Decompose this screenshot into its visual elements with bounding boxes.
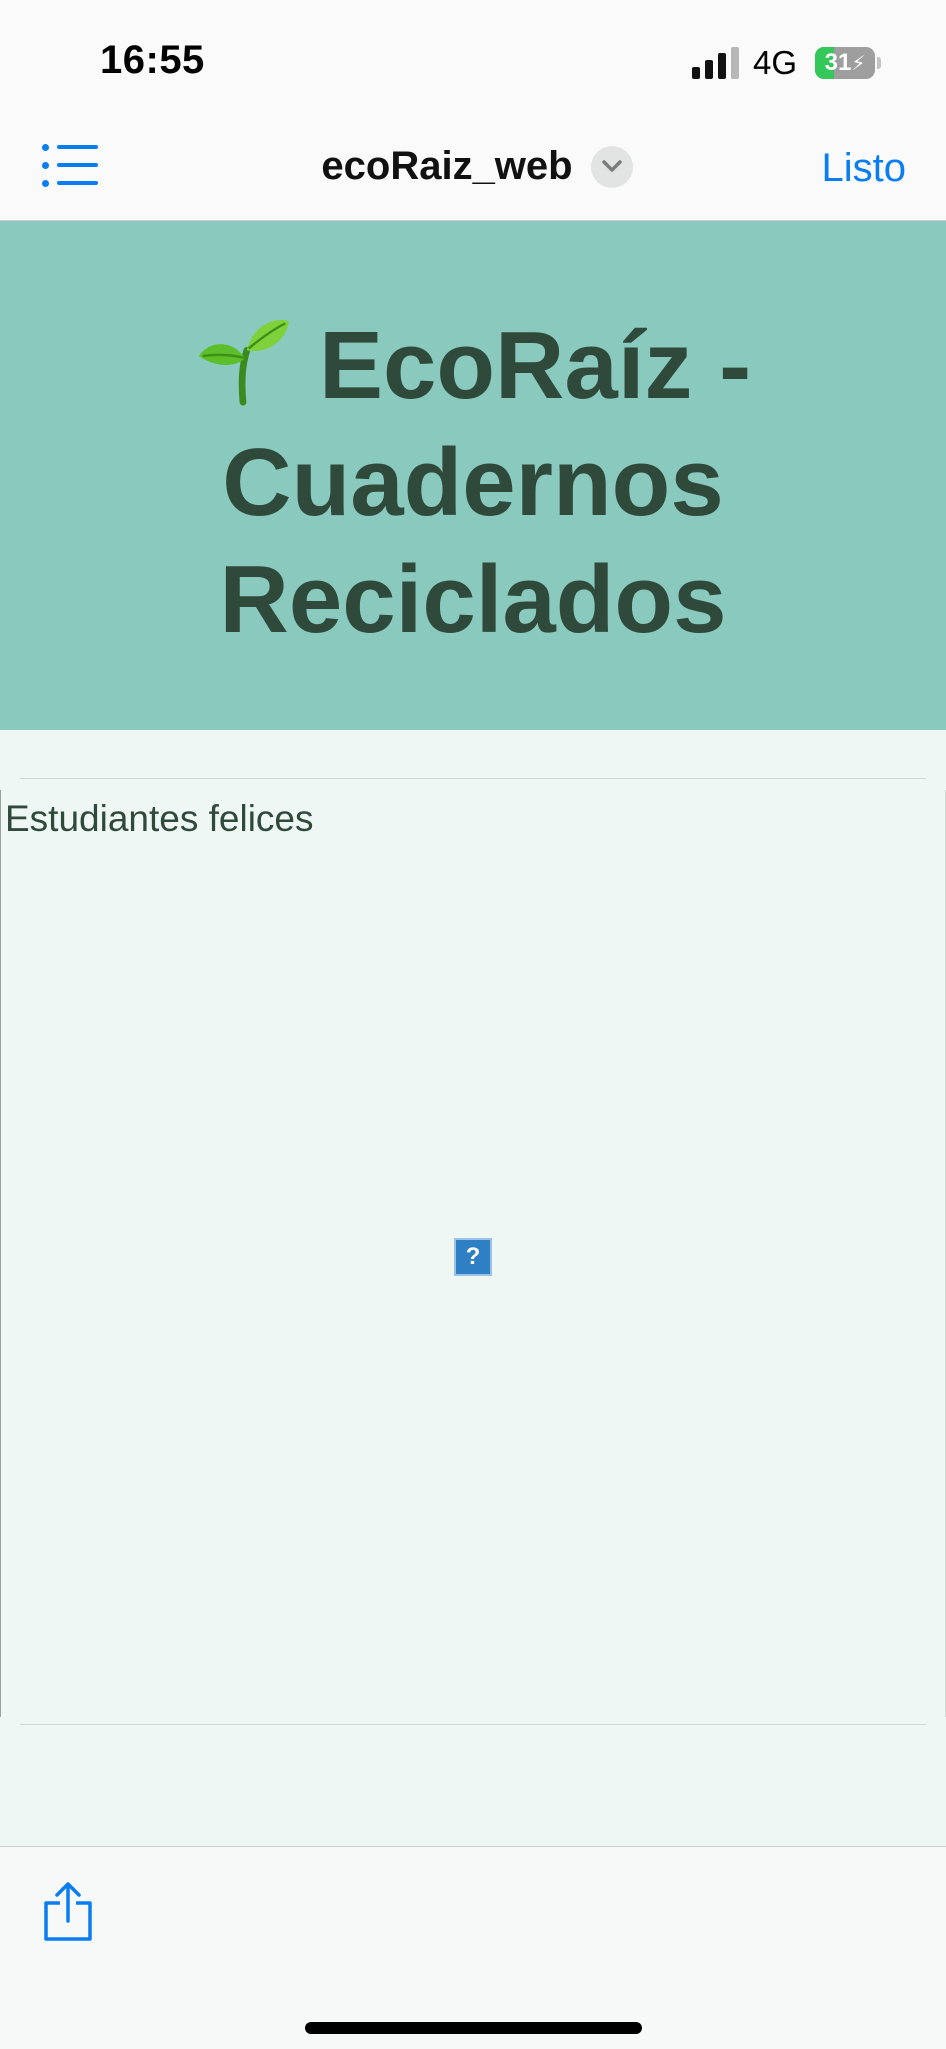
signal-strength-icon — [692, 47, 740, 79]
battery-percent: 31⚡︎ — [824, 49, 866, 76]
navigation-bar: ecoRaiz_web Listo — [0, 110, 946, 221]
done-button[interactable]: Listo — [822, 146, 907, 191]
sprout-icon — [198, 319, 290, 406]
image-frame: Estudiantes felices ? — [0, 790, 946, 1717]
bottom-toolbar — [0, 1846, 946, 2049]
header-title: EcoRaíz - Cuadernos Reciclados — [219, 312, 752, 653]
network-type: 4G — [753, 44, 798, 81]
page-header: EcoRaíz - Cuadernos Reciclados — [0, 221, 946, 730]
header-title-block: EcoRaíz - Cuadernos Reciclados — [60, 307, 886, 658]
status-bar: 16:55 4G 31⚡︎ — [0, 0, 946, 110]
page-title[interactable]: ecoRaiz_web — [321, 144, 572, 188]
status-time: 16:55 — [100, 38, 205, 82]
home-indicator[interactable] — [305, 2022, 642, 2034]
web-content: EcoRaíz - Cuadernos Reciclados Estudiant… — [0, 221, 946, 1846]
image-alt-text: Estudiantes felices — [5, 798, 314, 839]
broken-image-glyph: ? — [465, 1243, 481, 1270]
image-gallery: Estudiantes felices ? — [0, 778, 946, 1726]
chevron-down-icon[interactable] — [590, 145, 633, 188]
nav-title-group: ecoRaiz_web — [0, 144, 946, 189]
broken-image-icon: ? — [454, 1238, 492, 1276]
battery-cap — [877, 57, 881, 69]
divider — [20, 1724, 926, 1725]
divider — [20, 778, 926, 779]
charging-bolt-icon: ⚡︎ — [851, 53, 866, 75]
battery-icon: 31⚡︎ — [815, 47, 875, 79]
share-icon[interactable] — [42, 1881, 94, 1943]
